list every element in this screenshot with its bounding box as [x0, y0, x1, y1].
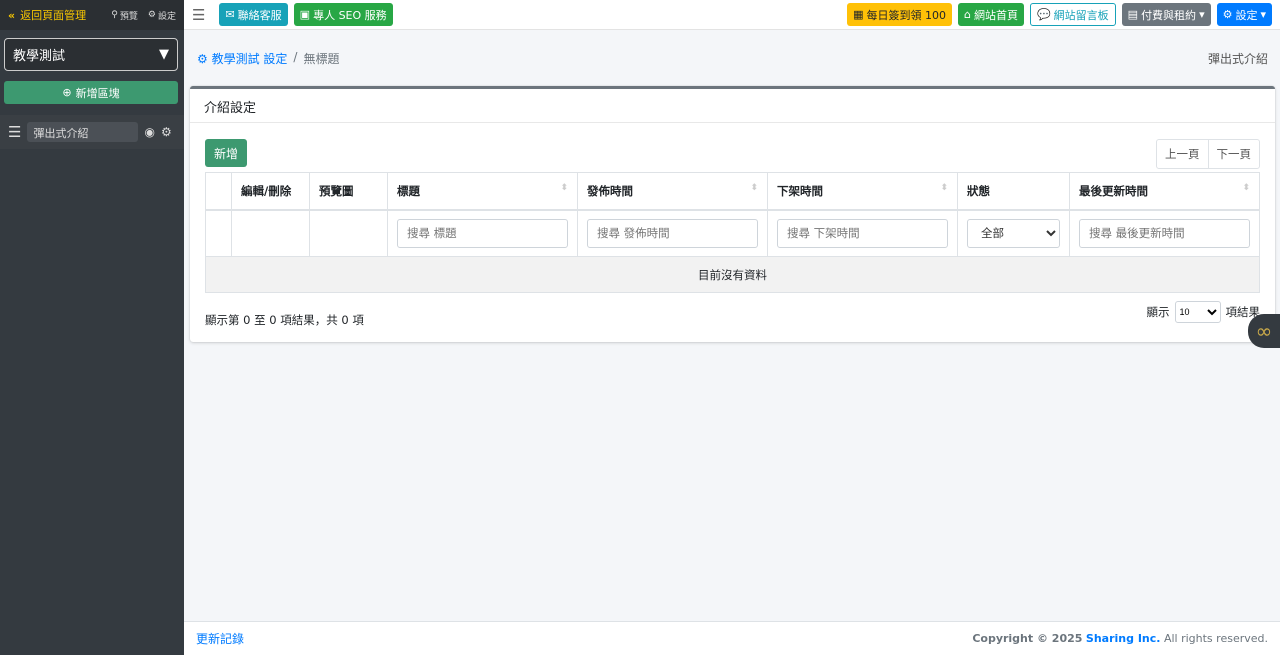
copyright: Copyright © 2025 Sharing Inc. All rights…	[972, 632, 1268, 645]
caret-down-icon: ▾	[1199, 8, 1205, 21]
column-preview: 預覽圖	[309, 172, 388, 211]
back-to-page-management[interactable]: «返回頁面管理	[8, 7, 101, 23]
sort-icon: ⬍	[750, 182, 758, 193]
filter-cell	[1069, 209, 1260, 257]
filter-cell	[309, 209, 388, 257]
changelog-link[interactable]: 更新記錄	[196, 630, 244, 647]
add-block-button[interactable]: ⊕ 新增區塊	[4, 81, 178, 104]
top-navbar: ☰ ✉ 聯絡客服 ▣ 專人 SEO 服務 ▦ 每日簽到領 100 ⌂ 網站首頁 💬 網站留…	[184, 0, 1280, 30]
settings-link[interactable]: ⚙ 設定	[148, 9, 176, 22]
column-unpublish-time[interactable]: 下架時間 ⬍	[767, 172, 958, 211]
pager: 上一頁 下一頁	[1156, 139, 1260, 169]
calendar-icon: ▦	[853, 8, 864, 21]
sort-icon: ⬍	[1242, 182, 1250, 193]
caret-down-icon: ▼	[159, 47, 169, 62]
prev-page-button[interactable]: 上一頁	[1157, 140, 1208, 168]
sidebar-item-popup-intro[interactable]: ☰ 彈出式介紹 ◉ ⚙	[0, 115, 184, 149]
line-icon: ▣	[299, 8, 311, 21]
guestbook-button[interactable]: 💬 網站留言板	[1029, 3, 1116, 26]
page-size-select[interactable]: 10	[1174, 301, 1221, 323]
gear-icon: ⚙	[147, 10, 156, 20]
comments-icon: 💬	[1036, 8, 1051, 21]
infinity-widget-icon[interactable]: ∞	[1248, 314, 1280, 348]
empty-row: 目前沒有資料	[205, 256, 1260, 293]
next-page-button[interactable]: 下一頁	[1207, 140, 1260, 168]
select-column	[205, 172, 232, 211]
column-publish-time[interactable]: 發佈時間 ⬍	[577, 172, 768, 211]
rights-text: All rights reserved.	[1163, 632, 1268, 645]
sort-icon: ⬍	[940, 182, 948, 193]
filter-cell	[577, 209, 768, 257]
filter-cell	[231, 209, 310, 257]
filter-cell: 全部	[957, 209, 1070, 257]
column-last-updated[interactable]: 最後更新時間 ⬍	[1069, 172, 1260, 211]
search-updated-input[interactable]	[1079, 218, 1250, 248]
table-header-row: 編輯/刪除 預覽圖 標題 ⬍ 發佈時間 ⬍ 下架時間 ⬍ 狀態 最後更新時間 ⬍	[205, 172, 1260, 211]
search-publish-input[interactable]	[587, 218, 758, 248]
envelope-icon: ✉	[225, 8, 235, 21]
page-title: 彈出式介紹	[1207, 52, 1268, 66]
drag-handle-icon[interactable]: ☰	[8, 123, 21, 141]
filter-cell	[205, 209, 232, 257]
plus-circle-icon: ⊕	[62, 86, 72, 99]
gear-icon[interactable]: ⚙	[161, 125, 172, 139]
preview-link[interactable]: ⚲ 預覽	[111, 9, 138, 22]
menu-toggle-icon[interactable]: ☰	[192, 6, 205, 24]
column-edit-delete: 編輯/刪除	[231, 172, 310, 211]
filter-cell	[767, 209, 958, 257]
footer: 更新記錄 Copyright © 2025 Sharing Inc. All r…	[184, 621, 1280, 655]
column-title[interactable]: 標題 ⬍	[387, 172, 578, 211]
search-unpublish-input[interactable]	[777, 218, 948, 248]
intro-settings-card: 介紹設定 新增 上一頁 下一頁 編輯/刪除 預覽圖 標題 ⬍ 發佈時間 ⬍ 下架時間…	[190, 86, 1275, 342]
copyright-text: Copyright © 2025	[972, 632, 1083, 645]
caret-down-icon: ▾	[1260, 8, 1266, 21]
sidebar: «返回頁面管理 ⚲ 預覽 ⚙ 設定 教學測試 ▼ ⊕ 新增區塊 ☰ 彈出式介紹 ◉ ⚙	[0, 0, 184, 655]
breadcrumb: ⚙ 教學測試 設定 / 無標題	[197, 50, 339, 67]
eye-icon[interactable]: ◉	[144, 125, 154, 139]
billing-dropdown[interactable]: ▤ 付費與租約 ▾	[1121, 3, 1211, 26]
sidebar-item-label[interactable]: 彈出式介紹	[27, 122, 139, 142]
breadcrumb-current: 無標題	[303, 52, 340, 66]
search-title-input[interactable]	[397, 218, 568, 248]
show-label: 顯示	[1146, 305, 1170, 319]
id-card-icon: ▤	[1127, 8, 1139, 21]
breadcrumb-parent[interactable]: ⚙ 教學測試 設定	[197, 50, 287, 67]
table-info: 顯示第 0 至 0 項結果，共 0 項	[205, 313, 364, 327]
filter-cell	[387, 209, 578, 257]
gear-icon: ⚙	[197, 52, 208, 66]
home-icon: ⌂	[963, 8, 971, 21]
site-select[interactable]: 教學測試 ▼	[4, 38, 178, 71]
sort-icon: ⬍	[560, 182, 568, 193]
contact-support-button[interactable]: ✉ 聯絡客服	[219, 3, 288, 26]
gear-icon: ⚙	[1222, 8, 1233, 21]
page-length: 顯示 10 項結果	[1146, 301, 1260, 323]
company-link[interactable]: Sharing Inc.	[1086, 632, 1161, 645]
site-home-button[interactable]: ⌂ 網站首頁	[957, 3, 1024, 26]
settings-dropdown[interactable]: ⚙ 設定 ▾	[1216, 3, 1272, 26]
empty-message: 目前沒有資料	[205, 256, 1260, 293]
filter-row: 全部	[205, 209, 1260, 257]
breadcrumb-separator: /	[293, 50, 298, 64]
add-button[interactable]: 新增	[205, 139, 248, 167]
status-filter-select[interactable]: 全部	[967, 218, 1060, 248]
seo-service-button[interactable]: ▣ 專人 SEO 服務	[293, 3, 393, 26]
search-icon: ⚲	[111, 10, 118, 20]
daily-checkin-button[interactable]: ▦ 每日簽到領 100	[847, 3, 952, 26]
data-table: 編輯/刪除 預覽圖 標題⬍ 發佈時間⬍ 下架時間⬍ 狀態 最後更新時間⬍ 全部 …	[205, 172, 1260, 293]
card-title: 介紹設定	[190, 89, 1275, 123]
double-chevron-left-icon: «	[8, 8, 16, 22]
column-status: 狀態	[957, 172, 1070, 211]
